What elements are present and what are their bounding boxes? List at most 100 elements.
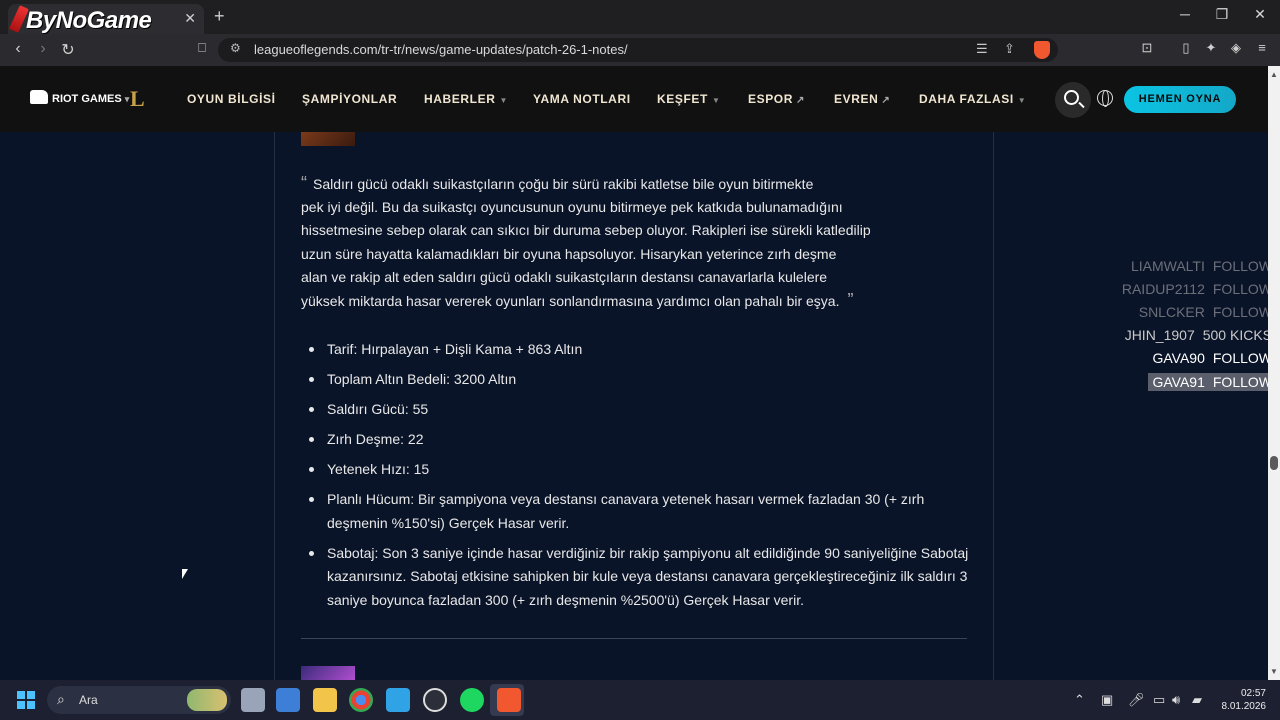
alert-username: SNLCKER: [1138, 304, 1205, 320]
alert-username: GAVA90: [1152, 350, 1205, 366]
share-icon[interactable]: ⇪: [1004, 41, 1015, 57]
bookmark-icon[interactable]: ⎕: [192, 40, 212, 56]
quote-line: uzun süre hayatta kalamadıkları bir oyun…: [301, 245, 837, 262]
quote-line: hissetmesine sebep olarak can sıkıcı bir…: [301, 222, 871, 239]
content-border-right: [993, 132, 994, 680]
alert-action: FOLLOW: [1212, 350, 1272, 366]
page-scrollbar[interactable]: ▲ ▼: [1268, 66, 1280, 680]
address-bar[interactable]: ⚙ leagueoflegends.com/tr-tr/news/game-up…: [218, 38, 1058, 62]
alert-username: RAIDUP2112: [1121, 281, 1205, 297]
scroll-up-icon[interactable]: ▲: [1270, 70, 1278, 79]
search-icon: [1064, 90, 1079, 105]
reload-icon[interactable]: ↻: [58, 40, 78, 60]
search-button[interactable]: [1055, 82, 1091, 118]
alert-username: GAVA91: [1152, 374, 1205, 390]
nav-item[interactable]: KEŞFET ▼: [657, 92, 720, 106]
windows-start-icon[interactable]: [17, 691, 35, 709]
external-link-icon: ↗: [796, 95, 805, 106]
tray-app-icon[interactable]: ▣: [1101, 692, 1113, 708]
browser-tab[interactable]: ByNoGame ✕: [8, 4, 204, 34]
vpn-icon[interactable]: ◈: [1226, 40, 1246, 56]
nav-item[interactable]: YAMA NOTLARI: [533, 92, 631, 106]
content-border-left: [274, 132, 275, 680]
minimize-icon[interactable]: ─: [1173, 6, 1197, 22]
taskbar-clock[interactable]: 02:57 8.01.2026: [1204, 687, 1267, 713]
nav-item-label: OYUN BİLGİSİ: [187, 92, 276, 106]
item-image: [301, 132, 355, 146]
nav-item[interactable]: EVREN ↗: [834, 92, 890, 106]
brave-shields-icon[interactable]: [1034, 41, 1050, 59]
stat-list-item: Yetenek Hızı: 15: [305, 458, 975, 482]
nav-item[interactable]: HABERLER ▼: [424, 92, 508, 106]
menu-icon[interactable]: ≡: [1252, 40, 1272, 55]
taskbar-search[interactable]: ⌕ Ara: [47, 686, 231, 714]
stat-list-item: Saldırı Gücü: 55: [305, 398, 975, 422]
browser-tab-bar: ByNoGame ✕ + ─ ❐ ✕: [0, 0, 1280, 34]
leo-ai-icon[interactable]: ✦: [1201, 40, 1221, 56]
stream-alert-row: GAVA91 FOLLOW: [1148, 373, 1276, 391]
task-view-icon[interactable]: [241, 688, 265, 712]
nav-item-label: DAHA FAZLASI: [919, 92, 1014, 106]
tab-close-icon[interactable]: ✕: [184, 10, 196, 27]
nav-item[interactable]: OYUN BİLGİSİ: [187, 92, 276, 106]
close-quote-icon: ”: [847, 290, 854, 311]
nav-item[interactable]: ŞAMPİYONLAR: [302, 92, 397, 106]
quote-line: alan ve rakip alt eden saldırı gücü odak…: [301, 268, 828, 285]
scroll-down-icon[interactable]: ▼: [1270, 667, 1278, 676]
brave-browser-icon[interactable]: [497, 688, 521, 712]
chevron-down-icon: ▼: [499, 96, 508, 105]
bynogame-logo: ByNoGame: [8, 5, 152, 35]
nav-item-label: ESPOR: [748, 92, 794, 106]
riot-games-logo[interactable]: RIOT GAMES ▾: [30, 90, 129, 105]
stat-list-item: Zırh Deşme: 22: [305, 428, 975, 452]
mouse-cursor: [182, 569, 188, 579]
restore-icon[interactable]: ❐: [1210, 6, 1234, 23]
nav-item[interactable]: ESPOR ↗: [748, 92, 805, 106]
microphone-icon[interactable]: 🎤︎: [1128, 692, 1145, 708]
nav-item-label: HABERLER: [424, 92, 496, 106]
reader-icon[interactable]: ☰: [976, 41, 988, 57]
alert-username: LIAMWALTI: [1130, 258, 1205, 274]
volume-icon[interactable]: 🔊︎: [1172, 692, 1180, 708]
article-page: “Saldırı gücü odaklı suikastçıların çoğu…: [0, 132, 1268, 680]
screenshot-icon[interactable]: ⊡: [1137, 40, 1157, 56]
site-header: RIOT GAMES ▾ L OYUN BİLGİSİ ŞAMPİYONLAR HA…: [0, 66, 1268, 132]
battery-icon[interactable]: ▰: [1192, 692, 1202, 708]
language-globe-icon[interactable]: [1097, 90, 1113, 107]
alert-action: FOLLOW: [1212, 304, 1272, 320]
new-tab-icon[interactable]: +: [214, 6, 225, 27]
photos-icon[interactable]: [386, 688, 410, 712]
spotify-icon[interactable]: [460, 688, 484, 712]
stream-alert-row: JHIN_1907 500 KICKS: [1125, 327, 1272, 343]
url-text[interactable]: leagueoflegends.com/tr-tr/news/game-upda…: [254, 42, 628, 57]
external-link-icon: ↗: [881, 95, 891, 106]
nav-item-label: KEŞFET: [657, 92, 708, 106]
nav-item[interactable]: DAHA FAZLASI ▼: [919, 92, 1026, 106]
taskbar-search-placeholder: Ara: [79, 693, 98, 707]
chevron-down-icon: ▼: [1017, 96, 1027, 105]
sidebar-icon[interactable]: ▯: [1176, 40, 1196, 56]
play-now-button[interactable]: HEMEN OYNA: [1124, 86, 1236, 113]
stat-list-item: Toplam Altın Bedeli: 3200 Altın: [305, 368, 975, 392]
stat-list-item: Tarif: Hırpalayan + Dişli Kama + 863 Alt…: [305, 338, 975, 362]
stat-list-item: Sabotaj: Son 3 saniye içinde hasar verdi…: [305, 542, 975, 613]
stream-alert-row: RAIDUP2112 FOLLOW: [1122, 281, 1272, 297]
obs-icon[interactable]: [423, 688, 447, 712]
stat-list-item: Planlı Hücum: Bir şampiyona veya destans…: [305, 488, 975, 535]
search-highlight-image: [187, 689, 227, 711]
windows-taskbar: ⌕ Ara ⌃ ▣ 🎤︎ ▭ 🔊︎ ▰ 02:57 8.01.2026: [0, 680, 1280, 720]
quote-line: “Saldırı gücü odaklı suikastçıların çoğu…: [301, 173, 814, 193]
file-explorer-icon[interactable]: [313, 688, 337, 712]
site-info-icon[interactable]: ⚙: [230, 41, 241, 55]
network-icon[interactable]: ▭: [1153, 692, 1165, 708]
scrollbar-thumb[interactable]: [1270, 456, 1278, 470]
store-icon[interactable]: [276, 688, 300, 712]
quote-line: yüksek miktarda hasar vererek oyunları s…: [301, 290, 854, 311]
back-icon[interactable]: ‹: [8, 40, 28, 58]
forward-icon[interactable]: ›: [33, 40, 53, 58]
quote-line: pek iyi değil. Bu da suikastçı oyuncusun…: [301, 199, 843, 216]
tray-overflow-icon[interactable]: ⌃: [1074, 692, 1085, 708]
chrome-icon[interactable]: [349, 688, 373, 712]
league-logo[interactable]: L: [130, 88, 150, 110]
close-window-icon[interactable]: ✕: [1248, 6, 1272, 23]
